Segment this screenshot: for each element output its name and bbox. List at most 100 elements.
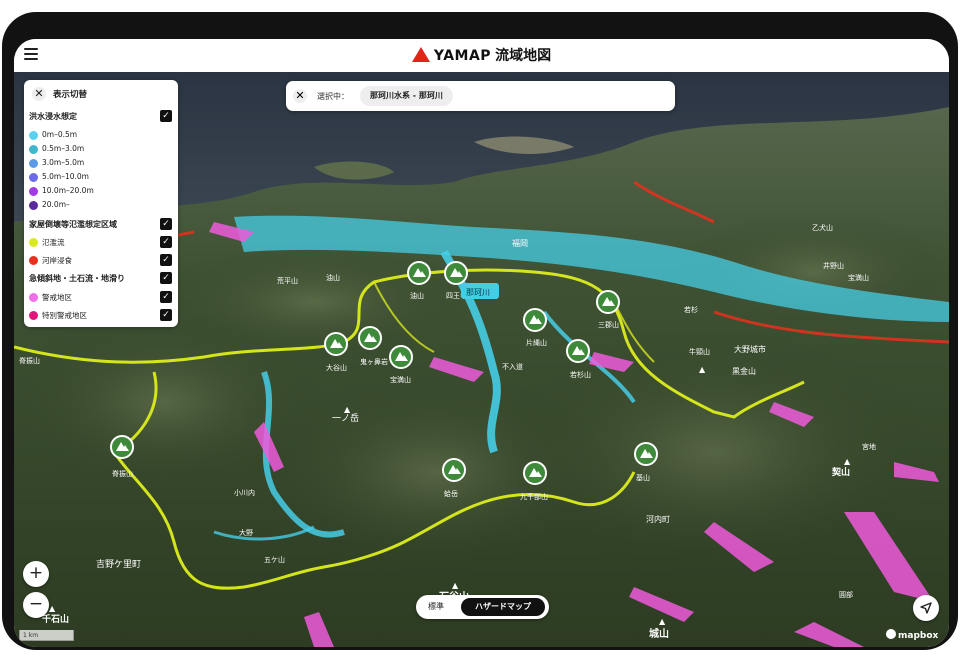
mountain-marker[interactable]: [110, 435, 134, 459]
place-label: 城山: [649, 627, 669, 640]
section-slope[interactable]: 急傾斜地・土石流・地滑り ✓: [29, 272, 172, 286]
checkbox-checked-icon[interactable]: ✓: [160, 291, 172, 303]
legend-label: 0m–0.5m: [42, 130, 78, 139]
swatch: [29, 145, 38, 154]
zoom-out-button[interactable]: −: [23, 592, 49, 618]
place-label: 若杉: [684, 305, 698, 314]
mountain-label: 脊振山: [112, 469, 133, 478]
svg-text:▲: ▲: [344, 405, 351, 414]
selection-bar: ✕ 選択中： 那珂川水系 - 那珂川: [286, 81, 675, 111]
mountain-marker[interactable]: [596, 290, 620, 314]
legend-item: 10.0m–20.0m: [29, 185, 172, 199]
brand-name: YAMAP: [433, 48, 492, 64]
mountain-label: 基山: [636, 473, 650, 482]
locate-button[interactable]: [913, 595, 939, 621]
swatch: [29, 131, 38, 140]
place-label: 黒金山: [732, 366, 756, 376]
mountain-label: 鬼ヶ鼻岩: [360, 357, 388, 366]
section-title: 洪水浸水想定: [29, 112, 77, 121]
place-label: 脊振山: [19, 356, 40, 365]
close-icon[interactable]: ✕: [32, 87, 46, 101]
app-brand: YAMAP 流域地図: [14, 45, 949, 65]
legend-label: 警戒地区: [42, 293, 72, 302]
svg-text:▲: ▲: [49, 604, 56, 613]
section-title: 急傾斜地・土石流・地滑り: [29, 274, 125, 283]
legend-item: 0m–0.5m: [29, 129, 172, 143]
mountain-marker[interactable]: [442, 458, 466, 482]
swatch: [29, 311, 38, 320]
swatch: [29, 201, 38, 210]
place-label: 宝満山: [848, 273, 869, 282]
mountain-marker[interactable]: [389, 345, 413, 369]
mountain-label: 若杉山: [570, 370, 591, 379]
swatch: [29, 173, 38, 182]
mountain-marker[interactable]: [523, 308, 547, 332]
place-label: 吉野ケ里町: [96, 559, 141, 570]
place-label: 五ケ山: [264, 555, 285, 564]
river-tooltip[interactable]: 那珂川: [461, 283, 499, 299]
legend-label: 5.0m–10.0m: [42, 172, 89, 181]
mountain-marker[interactable]: [324, 332, 348, 356]
zoom-in-button[interactable]: +: [23, 561, 49, 587]
mapbox-attribution[interactable]: mapbox: [886, 629, 938, 641]
legend-label: 特別警戒地区: [42, 311, 87, 320]
svg-text:▲: ▲: [844, 457, 851, 466]
mountain-label: 片縄山: [526, 338, 547, 347]
checkbox-checked-icon[interactable]: ✓: [160, 218, 172, 230]
svg-text:▲: ▲: [452, 581, 459, 590]
legend-item[interactable]: 特別警戒地区 ✓: [29, 309, 172, 323]
legend-label: 10.0m–20.0m: [42, 186, 94, 195]
legend-item[interactable]: 氾濫流 ✓: [29, 236, 172, 250]
mountain-label: 大谷山: [326, 363, 347, 372]
swatch: [29, 256, 38, 265]
river-tooltip-text: 那珂川: [466, 288, 490, 297]
mountain-marker[interactable]: [523, 461, 547, 485]
legend-item: 20.0m–: [29, 199, 172, 213]
selected-river-chip[interactable]: 那珂川水系 - 那珂川: [360, 86, 453, 106]
legend-label: 3.0m–5.0m: [42, 158, 85, 167]
checkbox-checked-icon[interactable]: ✓: [160, 272, 172, 284]
place-label: 圓部: [839, 590, 853, 599]
mountain-label: 宝満山: [390, 375, 411, 384]
mountain-label: 油山: [410, 291, 424, 300]
mountain-marker[interactable]: [566, 339, 590, 363]
checkbox-checked-icon[interactable]: ✓: [160, 309, 172, 321]
scale-bar: 1 km: [19, 630, 74, 641]
legend-item[interactable]: 河岸浸食 ✓: [29, 254, 172, 268]
checkbox-checked-icon[interactable]: ✓: [160, 110, 172, 122]
legend-item: 5.0m–10.0m: [29, 171, 172, 185]
section-house-collapse[interactable]: 家屋倒壊等氾濫想定区域 ✓: [29, 218, 172, 232]
section-title: 家屋倒壊等氾濫想定区域: [29, 220, 117, 229]
svg-text:▲: ▲: [699, 365, 706, 374]
swatch: [29, 238, 38, 247]
checkbox-checked-icon[interactable]: ✓: [160, 254, 172, 266]
legend-item[interactable]: 警戒地区 ✓: [29, 291, 172, 305]
mountain-marker[interactable]: [358, 326, 382, 350]
section-flood[interactable]: 洪水浸水想定 ✓: [29, 110, 172, 124]
legend-label: 河岸浸食: [42, 256, 72, 265]
checkbox-checked-icon[interactable]: ✓: [160, 236, 172, 248]
navigation-arrow-icon: [920, 602, 932, 614]
mountain-marker[interactable]: [634, 442, 658, 466]
place-label: 不入道: [502, 362, 523, 371]
place-label: 福岡: [512, 239, 528, 248]
close-icon[interactable]: ✕: [293, 89, 307, 103]
place-label: 契山: [831, 466, 850, 478]
place-label: 宮地: [862, 442, 876, 451]
hazard-map-button[interactable]: ハザードマップ: [461, 598, 545, 616]
selection-label: 選択中：: [317, 92, 349, 101]
panel-title: 表示切替: [53, 90, 88, 100]
product-name: 流域地図: [495, 48, 552, 64]
mountain-marker[interactable]: [444, 261, 468, 285]
swatch: [29, 293, 38, 302]
mountain-marker[interactable]: [407, 261, 431, 285]
layer-toggle-panel: ✕ 表示切替 洪水浸水想定 ✓ 0m–0.5m 0.5m–3.0m 3.0m–5…: [24, 80, 178, 327]
place-label: 牛頸山: [689, 347, 710, 356]
mountain-label: 三郡山: [598, 320, 619, 329]
svg-text:▲: ▲: [659, 617, 666, 626]
standard-view-button[interactable]: 標準: [428, 601, 444, 612]
mapbox-logo-icon: [886, 629, 896, 639]
view-mode-toggle: 標準 ハザードマップ: [416, 595, 549, 619]
yamap-logo-icon: [411, 47, 430, 62]
top-bar: YAMAP 流域地図: [14, 39, 949, 72]
